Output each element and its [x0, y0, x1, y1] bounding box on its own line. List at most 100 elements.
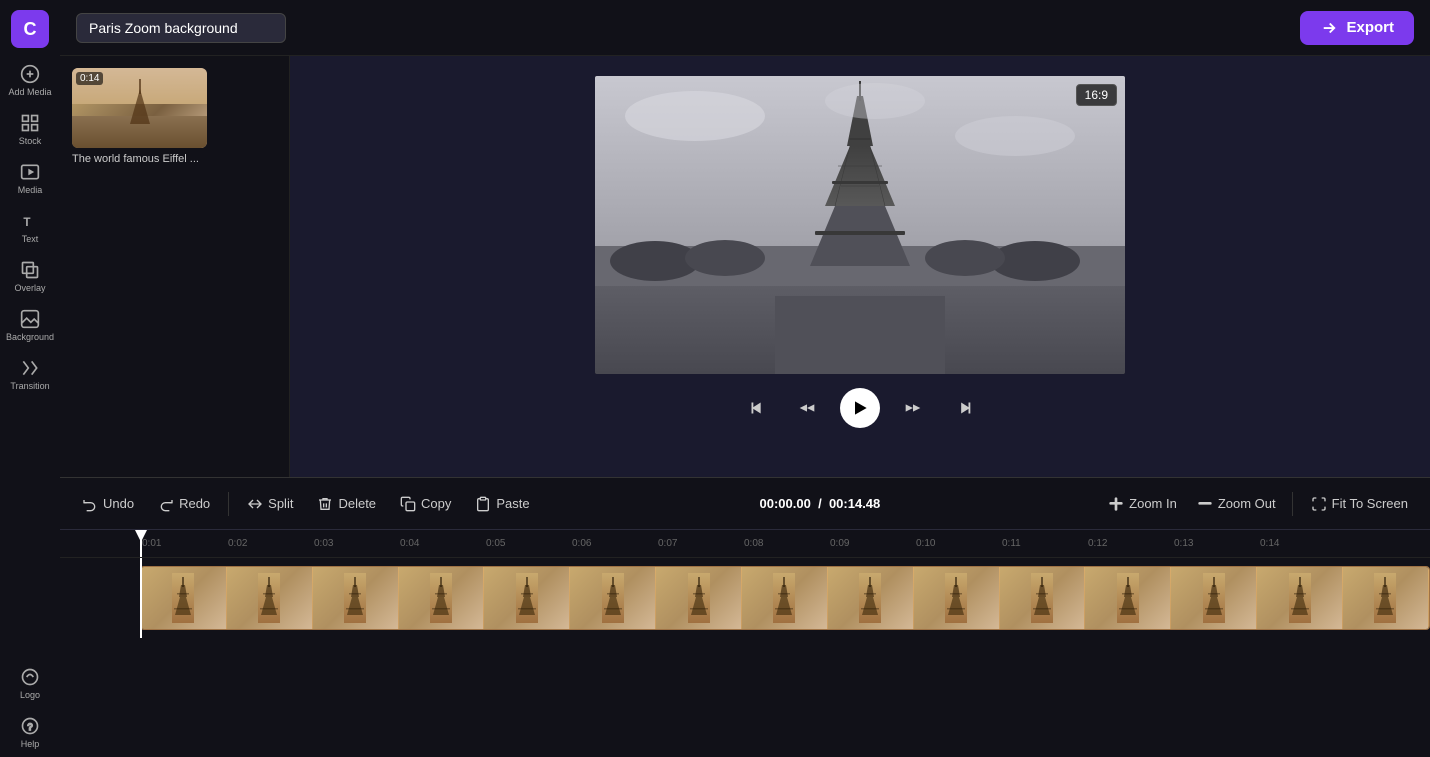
skip-forward-button[interactable] [946, 391, 980, 425]
timecode-separator: / [818, 496, 822, 511]
total-frames: .48 [862, 496, 880, 511]
clip-thumb [227, 567, 313, 629]
zoom-out-label: Zoom Out [1218, 496, 1276, 511]
skip-forward-icon [952, 397, 974, 419]
ruler-mark: 0:01 [140, 538, 226, 549]
clip-eiffel-icon [602, 573, 624, 623]
zoom-in-button[interactable]: Zoom In [1100, 490, 1185, 518]
timeline-ruler: 0:010:020:030:040:050:060:070:080:090:10… [60, 530, 1430, 558]
clip-thumb [570, 567, 656, 629]
delete-label: Delete [338, 496, 376, 511]
media-panel: 0:14 The world famous Eiffel ... [60, 56, 290, 477]
sidebar-item-add-media[interactable]: Add Media [2, 56, 58, 105]
clip-thumb [1343, 567, 1429, 629]
sidebar-item-stock[interactable]: Stock [2, 105, 58, 154]
current-time: 00:00 [760, 496, 793, 511]
fit-to-screen-button[interactable]: Fit To Screen [1301, 490, 1418, 518]
media-caption: The world famous Eiffel ... [72, 153, 207, 165]
preview-image [595, 76, 1125, 374]
clip-thumb [1085, 567, 1171, 629]
sidebar-item-label: Background [6, 332, 54, 342]
split-label: Split [268, 496, 293, 511]
skip-back-icon [746, 397, 768, 419]
clip-thumb [828, 567, 914, 629]
media-thumbnail[interactable]: 0:14 [72, 68, 207, 148]
sidebar: C Add Media Stock Media T Text Overlay B… [0, 0, 60, 757]
ruler-mark: 0:02 [226, 538, 312, 549]
clip-eiffel-icon [859, 573, 881, 623]
clip-eiffel-icon [430, 573, 452, 623]
clip-eiffel-icon [516, 573, 538, 623]
undo-label: Undo [103, 496, 134, 511]
sidebar-item-media[interactable]: Media [2, 154, 58, 203]
preview-video [595, 76, 1125, 374]
sidebar-item-label: Add Media [8, 87, 51, 97]
fast-forward-button[interactable] [896, 391, 930, 425]
ruler-mark: 0:12 [1086, 538, 1172, 549]
export-label: Export [1346, 19, 1394, 36]
delete-button[interactable]: Delete [307, 490, 386, 518]
zoom-out-button[interactable]: Zoom Out [1189, 490, 1284, 518]
undo-button[interactable]: Undo [72, 490, 144, 518]
delete-icon [317, 496, 333, 512]
ruler-mark: 0:07 [656, 538, 742, 549]
redo-icon [158, 496, 174, 512]
zoom-in-icon [1108, 496, 1124, 512]
redo-button[interactable]: Redo [148, 490, 220, 518]
paste-label: Paste [496, 496, 529, 511]
copy-icon [400, 496, 416, 512]
clip-eiffel-icon [172, 573, 194, 623]
clip-thumb [313, 567, 399, 629]
svg-text:T: T [23, 216, 30, 229]
export-button[interactable]: Export [1300, 11, 1414, 45]
undo-icon [82, 496, 98, 512]
sidebar-item-transition[interactable]: Transition [2, 350, 58, 399]
app-logo[interactable]: C [11, 10, 49, 48]
split-button[interactable]: Split [237, 490, 303, 518]
ruler-mark: 0:05 [484, 538, 570, 549]
fit-screen-icon [1311, 496, 1327, 512]
clip-thumb [914, 567, 1000, 629]
playback-controls [740, 388, 980, 428]
timeline-playhead [140, 558, 142, 638]
help-icon: ? [20, 716, 40, 736]
zoom-in-label: Zoom In [1129, 496, 1177, 511]
copy-button[interactable]: Copy [390, 490, 461, 518]
transition-icon [20, 358, 40, 378]
redo-label: Redo [179, 496, 210, 511]
sidebar-item-logo[interactable]: Logo [2, 659, 58, 708]
clip-thumb [399, 567, 485, 629]
sidebar-item-text[interactable]: T Text [2, 203, 58, 252]
sidebar-item-background[interactable]: Background [2, 301, 58, 350]
clip-eiffel-icon [258, 573, 280, 623]
play-button[interactable] [840, 388, 880, 428]
ruler-mark: 0:09 [828, 538, 914, 549]
toolbar-separator [228, 492, 229, 516]
sidebar-item-label: Media [18, 185, 43, 195]
sidebar-item-label: Overlay [14, 283, 45, 293]
preview-container: 16:9 [595, 76, 1125, 374]
stock-icon [20, 113, 40, 133]
ruler-mark: 0:11 [1000, 538, 1086, 549]
play-icon [850, 398, 870, 418]
clip-thumb [141, 567, 227, 629]
logo-icon [20, 667, 40, 687]
ruler-mark: 0:10 [914, 538, 1000, 549]
video-clip[interactable] [140, 566, 1430, 630]
sidebar-item-label: Help [21, 739, 40, 749]
sidebar-item-help[interactable]: ? Help [2, 708, 58, 757]
sidebar-item-overlay[interactable]: Overlay [2, 252, 58, 301]
ruler-mark: 0:06 [570, 538, 656, 549]
header: Export [60, 0, 1430, 56]
ruler-mark: 0:08 [742, 538, 828, 549]
rewind-button[interactable] [790, 391, 824, 425]
ruler-mark: 0:03 [312, 538, 398, 549]
track-content[interactable] [140, 564, 1430, 632]
skip-back-button[interactable] [740, 391, 774, 425]
paste-button[interactable]: Paste [465, 490, 539, 518]
project-title-input[interactable] [76, 13, 286, 43]
plus-icon [20, 64, 40, 84]
clip-thumb [484, 567, 570, 629]
timeline-area: Undo Redo Split Delete Copy Paste [60, 477, 1430, 757]
split-icon [247, 496, 263, 512]
